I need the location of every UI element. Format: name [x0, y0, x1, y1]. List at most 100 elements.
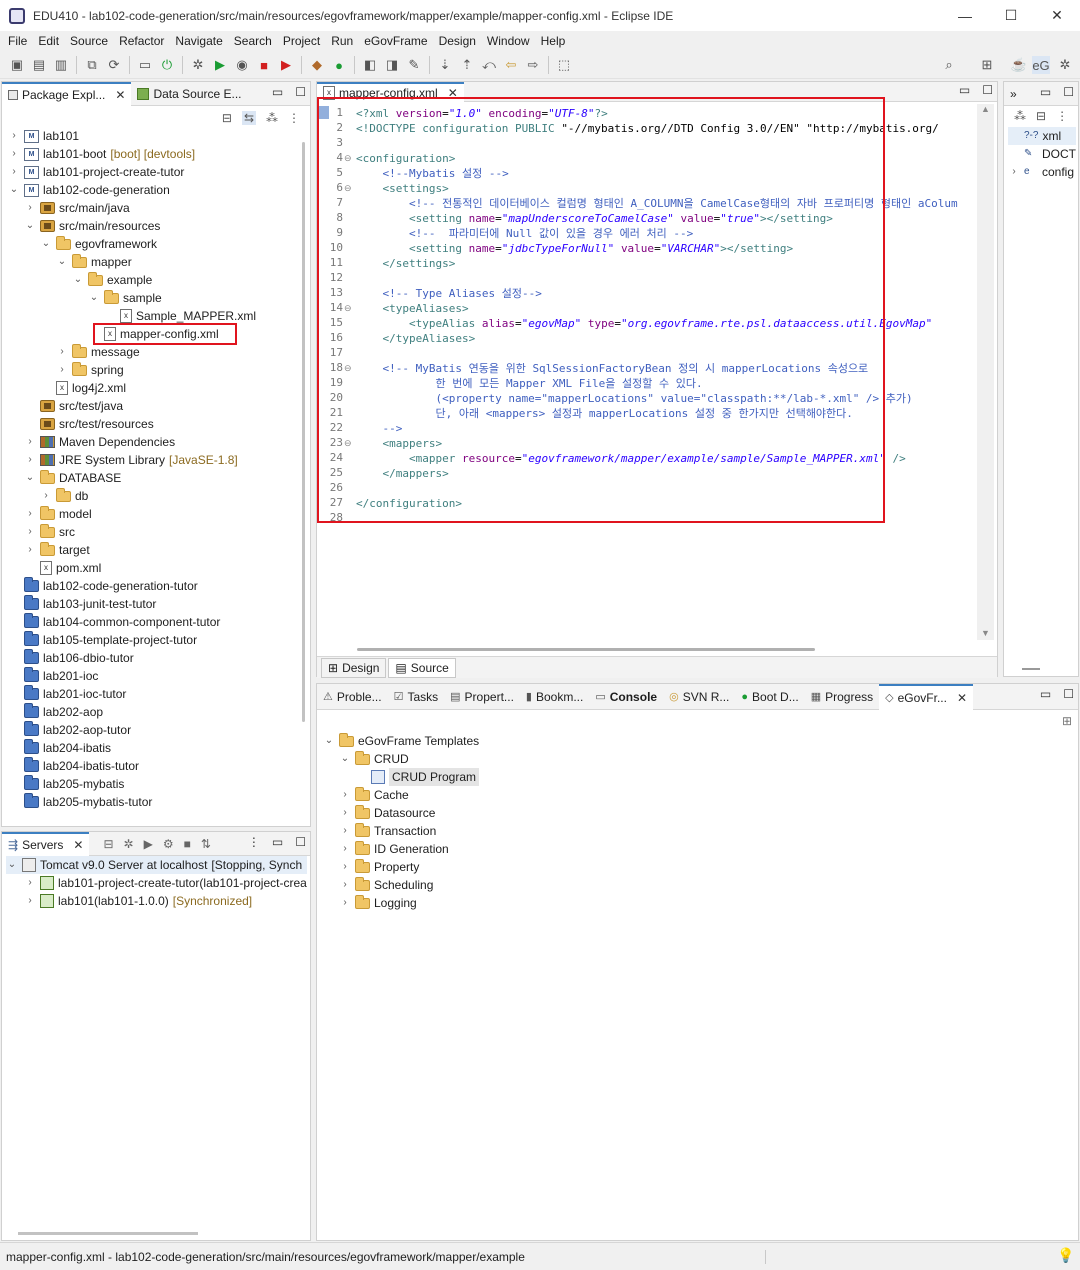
save-all-icon[interactable]: ▥ [52, 56, 70, 74]
tree-item[interactable]: lab201-ioc-tutor [8, 685, 256, 703]
close-button[interactable]: ✕ [1034, 0, 1080, 31]
close-icon[interactable]: ✕ [115, 88, 125, 102]
expand-toggle-icon[interactable]: ⌄ [8, 181, 20, 199]
expand-toggle-icon[interactable]: › [40, 487, 52, 505]
menu-source[interactable]: Source [66, 34, 115, 48]
editor-hscrollbar[interactable] [357, 648, 815, 651]
collapse-all-icon[interactable]: ⊟ [1036, 109, 1046, 123]
minimize-button[interactable]: — [942, 0, 988, 31]
menu-file[interactable]: File [4, 34, 34, 48]
expand-toggle-icon[interactable]: ⌄ [40, 235, 52, 253]
template-item[interactable]: › Cache [323, 786, 479, 804]
open-perspective-icon[interactable]: ⊞ [978, 56, 996, 74]
expand-toggle-icon[interactable]: › [339, 894, 351, 912]
close-icon[interactable]: ✕ [73, 838, 83, 852]
expand-toggle-icon[interactable]: › [339, 822, 351, 840]
expand-toggle-icon[interactable]: › [24, 874, 36, 892]
tree-item[interactable]: lab106-dbio-tutor [8, 649, 256, 667]
expand-toggle-icon[interactable]: › [24, 892, 36, 910]
new-icon[interactable]: ▣ [8, 56, 26, 74]
maximize-view-icon[interactable]: ☐ [982, 83, 993, 97]
tab-package-explorer[interactable]: Package Expl... ✕ [2, 81, 132, 106]
open-type-icon[interactable]: ◧ [361, 56, 379, 74]
tree-item[interactable]: lab102-code-generation-tutor [8, 577, 256, 595]
tree-item[interactable]: lab105-template-project-tutor [8, 631, 256, 649]
menu-help[interactable]: Help [537, 34, 573, 48]
search-icon[interactable]: ⌕ [940, 56, 958, 74]
tree-item[interactable]: lab202-aop [8, 703, 256, 721]
tree-item[interactable]: ⌄ sample [8, 289, 256, 307]
view-menu-icon[interactable]: ⋮ [248, 835, 260, 849]
maximize-view-icon[interactable]: ☐ [1063, 687, 1074, 701]
template-item[interactable]: › Property [323, 858, 479, 876]
collapse-all-icon[interactable]: ⊟ [222, 111, 232, 125]
tree-item[interactable]: ⌄ DATABASE [8, 469, 256, 487]
tree-item[interactable]: ⌄ mapper [8, 253, 256, 271]
tree-item[interactable]: › model [8, 505, 256, 523]
maximize-view-icon[interactable]: ☐ [295, 85, 306, 99]
tree-item[interactable]: ⌄ egovframework [8, 235, 256, 253]
maximize-view-icon[interactable]: ☐ [295, 835, 306, 849]
next-annotation-icon[interactable]: ⇣ [436, 56, 454, 74]
egov-perspective-icon[interactable]: eG [1032, 56, 1050, 74]
server-item[interactable]: › lab101-project-create-tutor(lab101-proj… [6, 874, 307, 892]
debug-perspective-icon[interactable]: ✲ [1056, 56, 1074, 74]
expand-toggle-icon[interactable]: › [8, 127, 20, 145]
tab-egovframe-templates[interactable]: ◇ eGovFr... ✕ [879, 683, 974, 710]
tree-item[interactable]: › message [8, 343, 256, 361]
tab-boot-dashboard[interactable]: ● Boot D... [735, 684, 804, 710]
terminal-icon[interactable]: ▭ [136, 56, 154, 74]
tab-console[interactable]: ▭ Console [589, 684, 663, 710]
server-item[interactable]: › lab101(lab101-1.0.0) [Synchronized] [6, 892, 307, 910]
outline-item[interactable]: › e config [1008, 163, 1076, 181]
tree-item[interactable]: › target [8, 541, 256, 559]
explorer-scrollbar[interactable] [302, 142, 305, 722]
close-icon[interactable]: ✕ [957, 691, 967, 705]
prev-annotation-icon[interactable]: ⇡ [458, 56, 476, 74]
servers-hscrollbar[interactable] [18, 1232, 198, 1235]
template-item[interactable]: ⌄ eGovFrame Templates [323, 732, 479, 750]
minimize-view-icon[interactable]: ▭ [272, 85, 283, 99]
maximize-view-icon[interactable]: ☐ [1063, 85, 1074, 99]
expand-toggle-icon[interactable]: ⌄ [323, 732, 335, 750]
template-item[interactable]: › Scheduling [323, 876, 479, 894]
java-perspective-icon[interactable]: ☕ [1010, 56, 1028, 74]
tree-item[interactable]: › Mlab101-project-create-tutor [8, 163, 256, 181]
menu-search[interactable]: Search [230, 34, 279, 48]
tree-item[interactable]: lab202-aop-tutor [8, 721, 256, 739]
tab-svn-repositories[interactable]: ◎ SVN R... [663, 684, 735, 710]
template-item[interactable]: CRUD Program [323, 768, 480, 786]
tree-item[interactable]: › JRE System Library [JavaSE-1.8] [8, 451, 256, 469]
tree-item[interactable]: › spring [8, 361, 256, 379]
server-item[interactable]: ⌄ Tomcat v9.0 Server at localhost [Stoppin… [6, 856, 307, 874]
expand-toggle-icon[interactable]: ⌄ [339, 750, 351, 768]
tree-item[interactable]: › Maven Dependencies [8, 433, 256, 451]
expand-toggle-icon[interactable]: › [56, 343, 68, 361]
profile-server-icon[interactable]: ⚙ [163, 837, 174, 851]
view-menu-icon[interactable]: ⋮ [288, 111, 300, 125]
run-icon[interactable]: ▶ [211, 56, 229, 74]
external-tools-icon[interactable]: ▶ [277, 56, 295, 74]
tree-item[interactable]: lab103-junit-test-tutor [8, 595, 256, 613]
tree-item[interactable]: lab204-ibatis [8, 739, 256, 757]
pin-editor-icon[interactable]: ⬚ [555, 56, 573, 74]
tab-data-source-explorer[interactable]: Data Source E... [131, 82, 247, 106]
expand-toggle-icon[interactable]: › [8, 163, 20, 181]
pen-icon[interactable]: ✎ [405, 56, 423, 74]
stop-server-icon[interactable]: ■ [184, 837, 191, 851]
tree-item[interactable]: ⌄ src/main/resources [8, 217, 256, 235]
tree-item[interactable]: ⌄ Mlab102-code-generation [8, 181, 256, 199]
expand-toggle-icon[interactable]: › [24, 541, 36, 559]
collapse-all-icon[interactable]: ⊟ [103, 837, 113, 851]
expand-toggle-icon[interactable]: › [24, 505, 36, 523]
expand-toggle-icon[interactable]: ⌄ [24, 469, 36, 487]
template-item[interactable]: ⌄ CRUD [323, 750, 479, 768]
expand-toggle-icon[interactable]: › [8, 145, 20, 163]
tree-item[interactable]: › Mlab101-boot [boot] [devtools] [8, 145, 256, 163]
template-item[interactable]: › ID Generation [323, 840, 479, 858]
tree-item[interactable]: x log4j2.xml [8, 379, 256, 397]
link-with-editor-icon[interactable]: ⇆ [241, 111, 256, 125]
minimize-view-icon[interactable]: ▭ [959, 83, 970, 97]
menu-run[interactable]: Run [327, 34, 360, 48]
expand-toggle-icon[interactable]: › [339, 804, 351, 822]
